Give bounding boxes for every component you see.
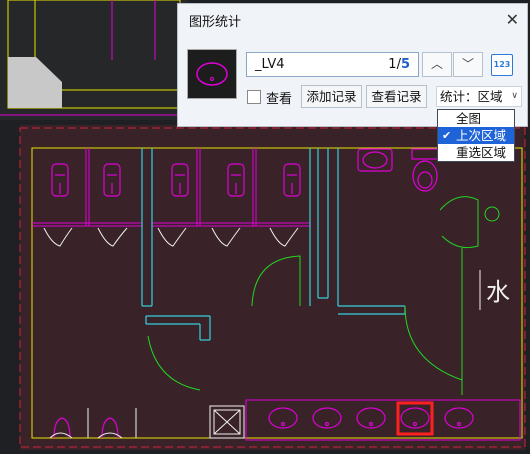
counter-total: 5: [400, 57, 410, 72]
block-name-field[interactable]: _LV4 1/5: [246, 52, 419, 77]
result-counter: 1/5: [388, 53, 410, 76]
statistics-scope-dropdown: 全图 ✔ 上次区域 重选区域: [437, 109, 515, 162]
dialog-title: 图形统计: [189, 15, 242, 30]
scope-option-whole-drawing[interactable]: 全图: [438, 110, 514, 127]
scope-option-label: 全图: [456, 111, 482, 126]
scope-option-last-area[interactable]: ✔ 上次区域: [438, 127, 514, 144]
chevron-up-icon: ︿: [430, 57, 443, 71]
numbering-button[interactable]: 123: [491, 54, 513, 76]
scope-option-label: 重选区域: [456, 145, 507, 160]
chevron-down-icon: ∨: [511, 91, 518, 101]
previous-result-button[interactable]: ︿: [422, 52, 452, 77]
add-record-button[interactable]: 添加记录: [301, 85, 362, 108]
basin-icon: [196, 62, 228, 86]
numbering-icon: 123: [493, 60, 511, 69]
chevron-down-icon: ﹀: [461, 57, 474, 71]
statistics-scope-select[interactable]: 统计：区域 ∨: [436, 86, 522, 107]
room-floor: [20, 125, 525, 450]
statistics-scope-prefix: 统计：: [440, 89, 478, 104]
block-name-value: _LV4: [255, 57, 285, 72]
scope-option-label: 上次区域: [456, 128, 507, 143]
next-result-button[interactable]: ﹀: [453, 52, 483, 77]
water-label: 水: [486, 278, 510, 306]
checkmark-icon: ✔: [442, 129, 452, 142]
view-record-button[interactable]: 查看记录: [366, 85, 427, 108]
view-checkbox-label: 查看: [266, 92, 293, 107]
scope-option-reselect-area[interactable]: 重选区域: [438, 144, 514, 161]
view-checkbox[interactable]: [247, 90, 261, 104]
close-icon[interactable]: ✕: [506, 10, 519, 29]
block-preview: [187, 49, 237, 99]
statistics-scope-value: 区域: [477, 89, 503, 104]
counter-current: 1/: [388, 57, 401, 72]
